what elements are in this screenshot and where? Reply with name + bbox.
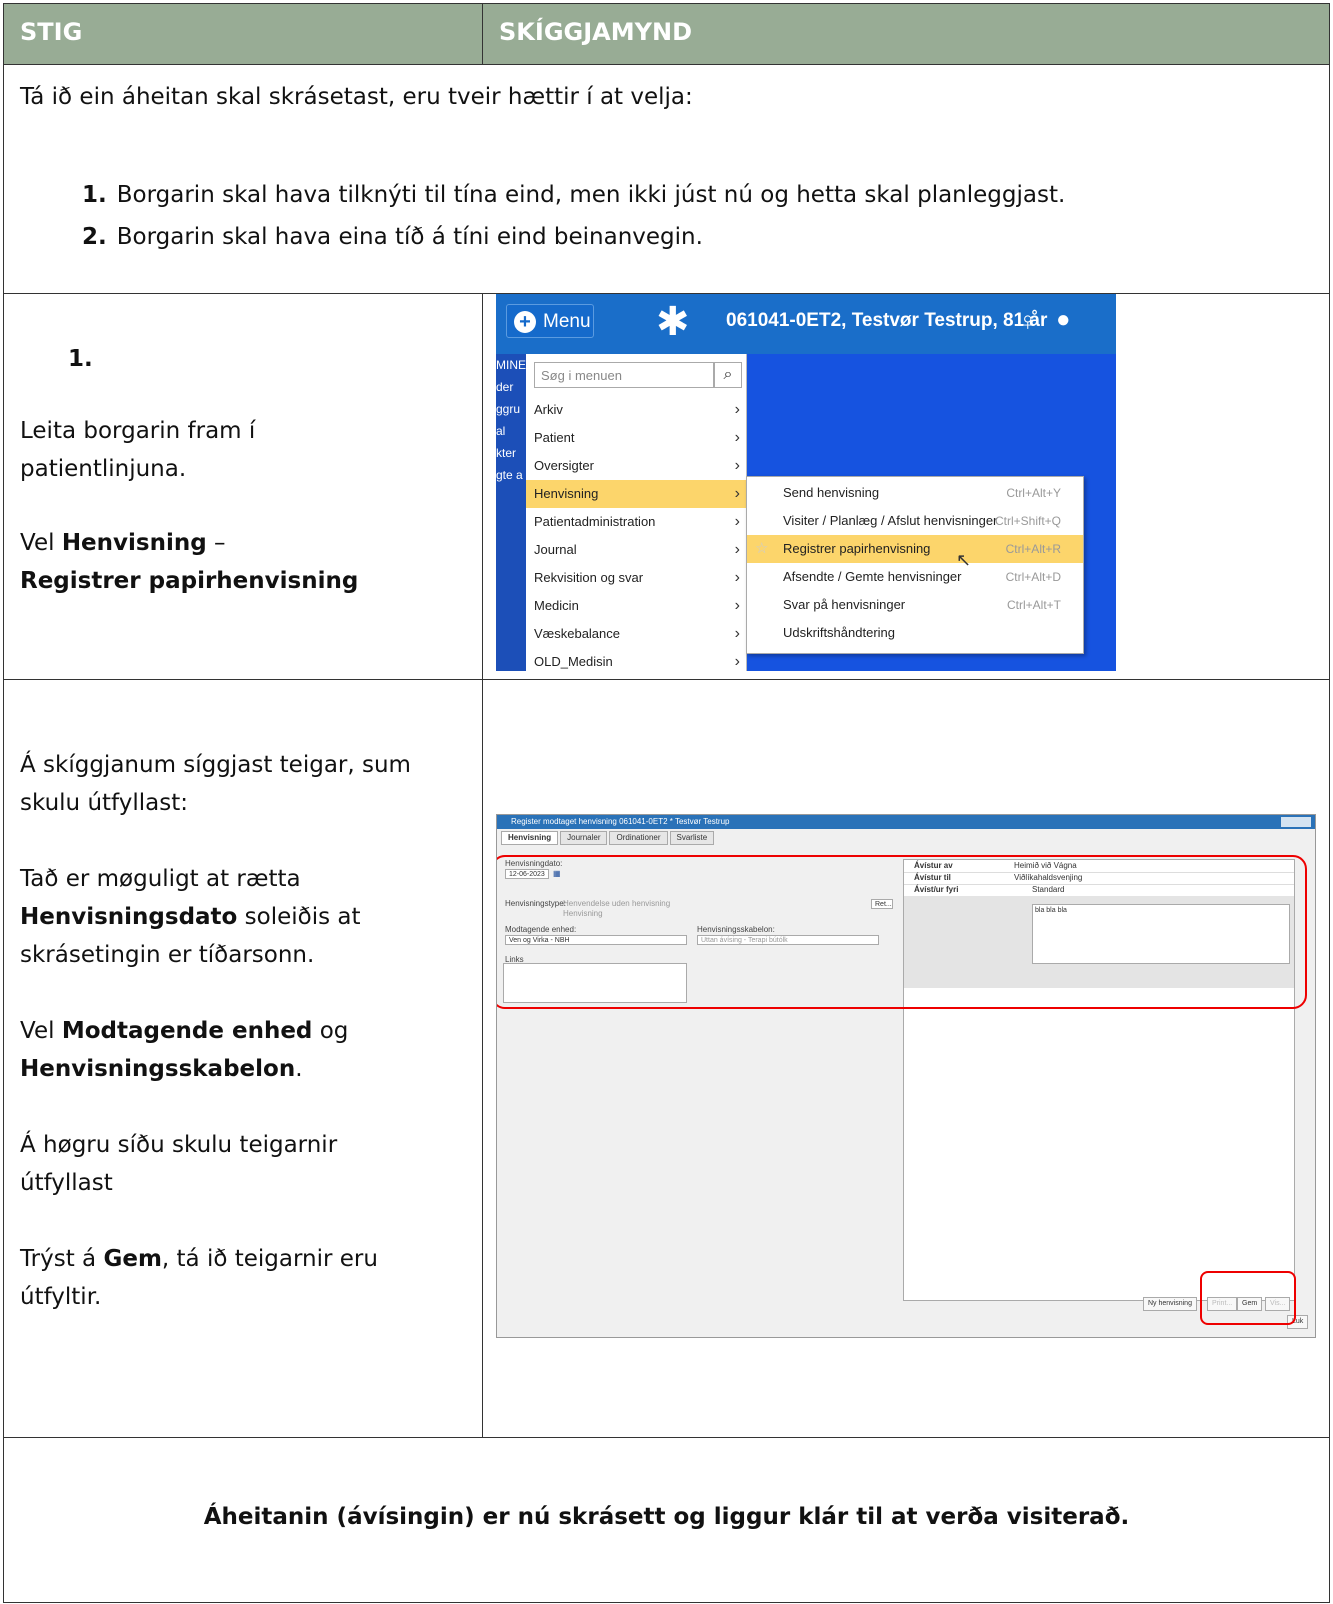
patient-bar: + Menu ✱ 061041-0ET2, Testvør Testrup, 81… [496, 294, 1116, 354]
highlight-gem-button [1200, 1271, 1296, 1325]
header-skiggjamynd: SKÍGGJAMYND [499, 18, 692, 46]
henvisning-submenu: Send henvisning Ctrl+Alt+Y Visiter / Plan… [746, 476, 1084, 654]
submenu-svar[interactable]: Svar på henvisninger Ctrl+Alt+T [747, 591, 1083, 619]
ny-henvisning-button[interactable]: Ny henvisning [1143, 1297, 1197, 1311]
tab-henvisning[interactable]: Henvisning [501, 831, 559, 845]
patient-name: 061041-0ET2, Testvør Testrup, 81 år [726, 310, 1048, 331]
search-icon[interactable]: ⌕ [714, 362, 742, 388]
window-controls[interactable] [1281, 817, 1311, 827]
submenu-afsendte[interactable]: Afsendte / Gemte henvisninger Ctrl+Alt+D [747, 563, 1083, 591]
menu-item-old-medisin[interactable]: OLD_Medisin › [526, 648, 746, 671]
medical-star-icon: ✱ [656, 300, 690, 344]
tab-journaler[interactable]: Journaler [560, 831, 608, 845]
step-number: 1. [68, 346, 93, 372]
menu-item-rekvisition[interactable]: Rekvisition og svar › [526, 564, 746, 592]
menu-item-medicin[interactable]: Medicin › [526, 592, 746, 620]
screenshot-menu: + Menu ✱ 061041-0ET2, Testvør Testrup, 81… [496, 294, 1116, 671]
step1-instruction: Leita borgarin fram í patientlinjuna. Ve… [20, 418, 359, 594]
step2-row: Á skíggjanum síggjast teigar, sum skulu … [4, 680, 1329, 1438]
header-divider [482, 4, 483, 64]
screenshot-register-form: Register modtaget henvisning 061041-0ET2… [496, 814, 1316, 1338]
female-icon: ♀ [1018, 306, 1038, 336]
list-item: 1. Borgarin skal hava tilknýti til tína e… [82, 182, 1066, 208]
step1-row: 1. Leita borgarin fram í patientlinjuna.… [4, 294, 1329, 680]
submenu-registrer-papirhenvisning[interactable]: ☆ Registrer papirhenvisning Ctrl+Alt+R [747, 535, 1083, 563]
plus-icon: + [514, 311, 536, 333]
menu-item-journal[interactable]: Journal › [526, 536, 746, 564]
header-stig: STIG [20, 18, 83, 46]
menu-search-input[interactable]: Søg i menuen [534, 362, 714, 388]
table-header: STIG SKÍGGJAMYND [4, 4, 1329, 65]
column-divider [482, 680, 483, 1437]
intro-text: Tá ið ein áheitan skal skrásetast, eru t… [20, 84, 693, 110]
cursor-icon: ↖ [956, 550, 972, 570]
step2-instruction: Á skíggjanum síggjast teigar, sum skulu … [20, 752, 411, 1310]
submenu-visiter[interactable]: Visiter / Planlæg / Afslut henvisninger C… [747, 507, 1083, 535]
submenu-udskrift[interactable]: Udskriftshåndtering [747, 619, 1083, 647]
main-menu: Søg i menuen ⌕ Arkiv › Patient › Oversigte… [526, 354, 747, 671]
menu-item-patientadministration[interactable]: Patientadministration › [526, 508, 746, 536]
final-statement: Áheitanin (ávísingin) er nú skrásett og … [203, 1504, 1130, 1530]
submenu-send-henvisning[interactable]: Send henvisning Ctrl+Alt+Y [747, 479, 1083, 507]
document-table: STIG SKÍGGJAMYND Tá ið ein áheitan skal … [3, 3, 1330, 1603]
menu-button[interactable]: + Menu [506, 304, 594, 338]
window-title: Register modtaget henvisning 061041-0ET2… [497, 815, 1315, 829]
menu-item-arkiv[interactable]: Arkiv › [526, 396, 746, 424]
favorite-star-icon: ☆ [755, 540, 769, 557]
menu-item-patient[interactable]: Patient › [526, 424, 746, 452]
person-icon[interactable]: ● [1056, 306, 1071, 334]
menu-item-vaeskebalance[interactable]: Væskebalance › [526, 620, 746, 648]
form-tabs: Henvisning Journaler Ordinationer Svarliste [501, 831, 716, 845]
intro-row: Tá ið ein áheitan skal skrásetast, eru t… [4, 64, 1329, 294]
list-item: 2. Borgarin skal hava eina tíð á tíni ein… [82, 224, 703, 250]
side-strip: MINE der ggru al kter gte a [496, 354, 526, 671]
menu-item-oversigter[interactable]: Oversigter › [526, 452, 746, 480]
menu-item-henvisning[interactable]: Henvisning › [526, 480, 746, 508]
tab-ordinationer[interactable]: Ordinationer [609, 831, 668, 845]
highlight-form-area [497, 855, 1307, 1009]
tab-svarliste[interactable]: Svarliste [669, 831, 715, 845]
final-row: Áheitanin (ávísingin) er nú skrásett og … [4, 1438, 1329, 1604]
